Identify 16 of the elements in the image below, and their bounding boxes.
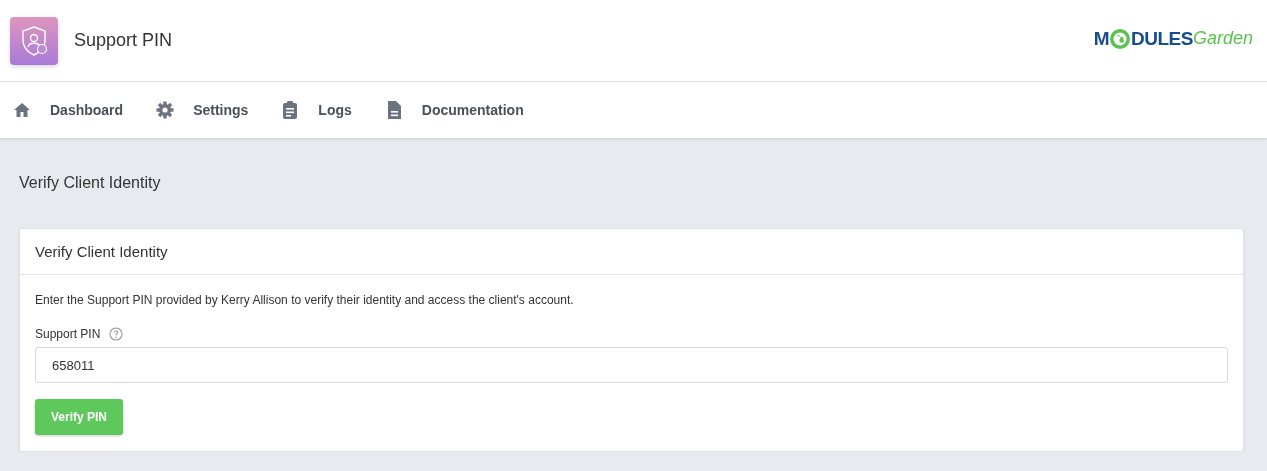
field-label: Support PIN <box>35 327 101 341</box>
nav-link[interactable]: Logs <box>280 100 352 120</box>
pin-input-field[interactable]: 658011 <box>35 347 1228 383</box>
app-title: Support PIN <box>74 30 173 51</box>
home-icon <box>12 100 32 120</box>
settings-icon <box>155 100 176 120</box>
globe-icon <box>1109 27 1132 50</box>
description-text: Enter the Support PIN provided by Kerry Allison to verify their identity and access the client's account. <box>35 293 575 307</box>
nav-link[interactable]: Dashboard <box>12 100 124 120</box>
company-logo[interactable]: M DULESGarden <box>1093 27 1253 50</box>
card-title: Verify Client Identity <box>20 229 1243 275</box>
app-icon <box>10 16 58 65</box>
nav-link[interactable]: Settings <box>155 100 249 120</box>
help-icon[interactable] <box>109 327 124 341</box>
page-title: Verify Client Identity <box>19 174 162 192</box>
nav-link[interactable]: Documentation <box>383 100 524 120</box>
